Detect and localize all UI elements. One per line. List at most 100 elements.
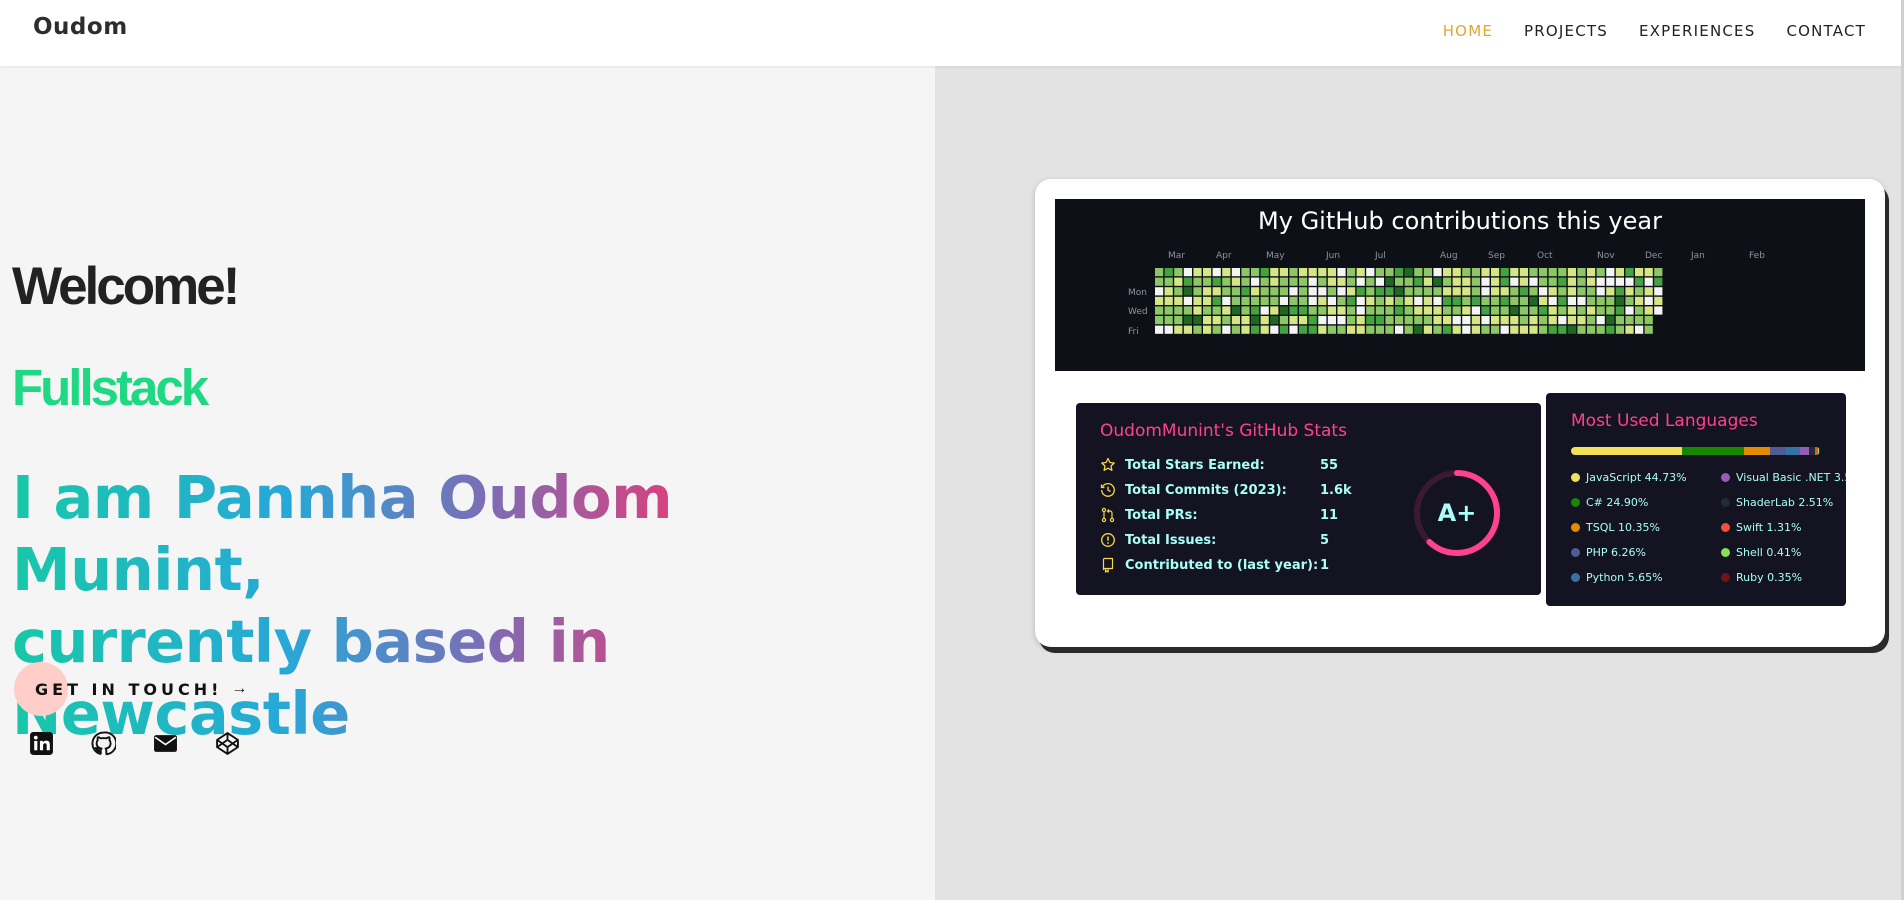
contribution-cell: [1260, 316, 1269, 325]
contribution-cell: [1404, 287, 1413, 296]
contribution-cell: [1299, 287, 1308, 296]
contribution-cell: [1366, 325, 1375, 334]
contribution-cell: [1644, 306, 1653, 315]
contribution-cell: [1529, 325, 1538, 334]
contribution-cell: [1270, 325, 1279, 334]
contribution-cell: [1548, 296, 1557, 305]
contribution-cell: [1203, 316, 1212, 325]
contribution-cell: [1414, 316, 1423, 325]
email-icon[interactable]: [153, 731, 178, 756]
stat-row-issues: Total Issues: 5: [1100, 531, 1329, 549]
contribution-cell: [1164, 287, 1173, 296]
contribution-cell: [1347, 306, 1356, 315]
contribution-cell: [1308, 296, 1317, 305]
contribution-cell: [1222, 277, 1231, 286]
pull-request-icon: [1101, 507, 1115, 523]
stats-title: OudomMunint's GitHub Stats: [1100, 421, 1347, 441]
languages-panel: Most Used Languages JavaScript 44.73% C# …: [1546, 393, 1846, 606]
contribution-cell: [1500, 325, 1509, 334]
contribution-cell: [1635, 287, 1644, 296]
welcome-heading: Welcome!: [12, 257, 240, 316]
month-label: Jan: [1690, 251, 1705, 261]
contribution-cell: [1471, 277, 1480, 286]
contribution-cell: [1222, 296, 1231, 305]
stat-row-prs: Total PRs: 11: [1100, 506, 1338, 524]
get-in-touch-button[interactable]: GET IN TOUCH! →: [14, 662, 247, 716]
contribution-cell: [1212, 287, 1221, 296]
contribution-cell: [1462, 277, 1471, 286]
contribution-cell: [1414, 296, 1423, 305]
contribution-cell: [1318, 268, 1327, 277]
contribution-cell: [1356, 306, 1365, 315]
contribution-cell: [1510, 325, 1519, 334]
language-item: Python 5.65%: [1571, 571, 1663, 584]
nav-link-contact[interactable]: CONTACT: [1786, 22, 1866, 40]
contribution-cell: [1471, 268, 1480, 277]
language-color-dot: [1721, 573, 1730, 582]
contribution-cell: [1366, 277, 1375, 286]
codepen-icon[interactable]: [215, 731, 240, 756]
contribution-cell: [1433, 306, 1442, 315]
contribution-cell: [1558, 325, 1567, 334]
contribution-cell: [1606, 316, 1615, 325]
contribution-cell: [1577, 268, 1586, 277]
nav-link-home[interactable]: HOME: [1443, 22, 1493, 40]
languages-title: Most Used Languages: [1571, 411, 1758, 431]
language-label: Visual Basic .NET 3.54%: [1736, 471, 1846, 484]
contribution-cell: [1481, 325, 1490, 334]
contribution-cell: [1174, 316, 1183, 325]
contribution-cell: [1462, 296, 1471, 305]
brand-logo[interactable]: Oudom: [33, 14, 128, 40]
contribution-cell: [1395, 316, 1404, 325]
contribution-cell: [1625, 268, 1634, 277]
linkedin-icon[interactable]: [29, 731, 54, 756]
language-label: Swift 1.31%: [1736, 521, 1802, 534]
language-label: ShaderLab 2.51%: [1736, 496, 1834, 509]
contribution-cell: [1452, 296, 1461, 305]
contribution-cell: [1519, 296, 1528, 305]
contribution-cell: [1183, 325, 1192, 334]
contribution-cell: [1164, 325, 1173, 334]
contribution-cell: [1433, 268, 1442, 277]
contribution-cell: [1366, 268, 1375, 277]
stat-label: Total Stars Earned:: [1125, 457, 1265, 473]
contribution-cell: [1491, 316, 1500, 325]
stat-value: 55: [1320, 457, 1339, 473]
arrow-right-icon: →: [231, 680, 248, 697]
contribution-cell: [1289, 296, 1298, 305]
contribution-cell: [1548, 306, 1557, 315]
clock-icon: [1100, 483, 1115, 497]
contribution-cell: [1462, 316, 1471, 325]
contribution-cell: [1155, 277, 1164, 286]
contribution-cell: [1635, 296, 1644, 305]
contribution-cell: [1395, 277, 1404, 286]
contribution-cell: [1318, 277, 1327, 286]
contribution-cell: [1529, 268, 1538, 277]
contribution-cell: [1567, 277, 1576, 286]
contribution-cell: [1625, 316, 1634, 325]
month-label: May: [1266, 251, 1285, 261]
github-icon[interactable]: [91, 731, 116, 756]
contribution-cell: [1443, 287, 1452, 296]
language-label: PHP 6.26%: [1586, 546, 1646, 559]
contribution-cell: [1222, 287, 1231, 296]
contribution-cell: [1260, 287, 1269, 296]
contribution-cell: [1299, 268, 1308, 277]
nav-link-projects[interactable]: PROJECTS: [1524, 22, 1608, 40]
stat-row-stars: Total Stars Earned: 55: [1100, 456, 1338, 474]
nav-link-experiences[interactable]: EXPERIENCES: [1639, 22, 1756, 40]
contribution-cell: [1519, 325, 1528, 334]
contribution-cell: [1587, 306, 1596, 315]
contribution-cell: [1615, 296, 1624, 305]
contribution-cell: [1385, 316, 1394, 325]
contribution-cell: [1270, 277, 1279, 286]
contribution-cell: [1443, 325, 1452, 334]
contribution-cell: [1193, 316, 1202, 325]
contribution-cell: [1337, 287, 1346, 296]
contribution-cell: [1539, 287, 1548, 296]
contribution-cell: [1529, 306, 1538, 315]
language-label: Ruby 0.35%: [1736, 571, 1803, 584]
contribution-cell: [1203, 325, 1212, 334]
contribution-cell: [1491, 306, 1500, 315]
contribution-cell: [1395, 325, 1404, 334]
